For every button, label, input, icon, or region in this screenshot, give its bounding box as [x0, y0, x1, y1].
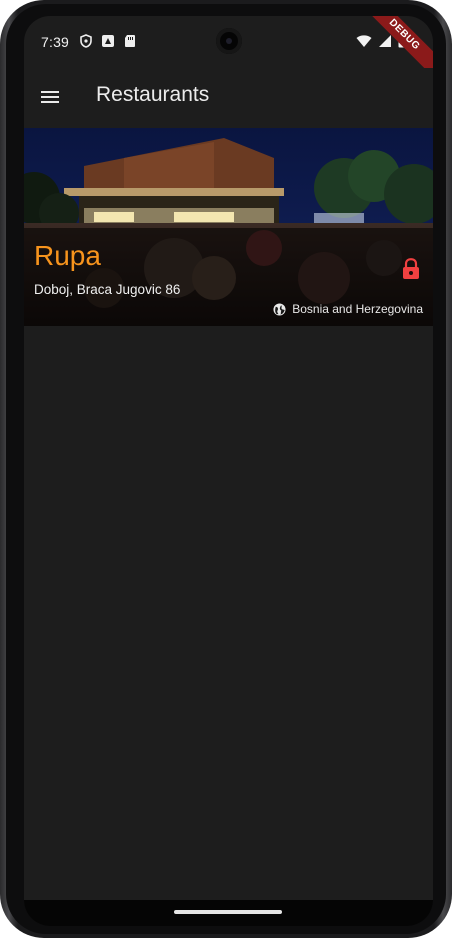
home-indicator[interactable]: [174, 910, 282, 914]
shield-icon: [80, 34, 92, 48]
globe-icon: [273, 302, 286, 316]
restaurant-name: Rupa: [34, 240, 101, 271]
status-bar: 7:39 DEBUG: [24, 16, 433, 81]
restaurant-card[interactable]: Rupa Doboj, Braca Jugovic 86 Bosnia and …: [24, 128, 433, 326]
lock-icon[interactable]: [401, 258, 421, 280]
photo-icon: [102, 35, 114, 47]
app-bar: Restaurants: [24, 68, 433, 126]
restaurant-address: Doboj, Braca Jugovic 86: [34, 282, 181, 297]
system-nav-bar: [24, 900, 433, 926]
sd-card-icon: [125, 35, 135, 47]
front-camera: [216, 28, 242, 54]
wifi-icon: [356, 35, 372, 47]
status-left-icons: [79, 34, 137, 48]
cell-signal-icon: [379, 35, 391, 47]
menu-icon[interactable]: [38, 85, 62, 109]
country-label: Bosnia and Herzegovina: [292, 302, 423, 316]
app-screen: 7:39 DEBUG Restaurants Rupa Doboj, Braca…: [24, 16, 433, 926]
status-time: 7:39: [41, 34, 70, 50]
page-title: Restaurants: [96, 83, 210, 106]
restaurant-country: Bosnia and Herzegovina: [273, 302, 423, 316]
